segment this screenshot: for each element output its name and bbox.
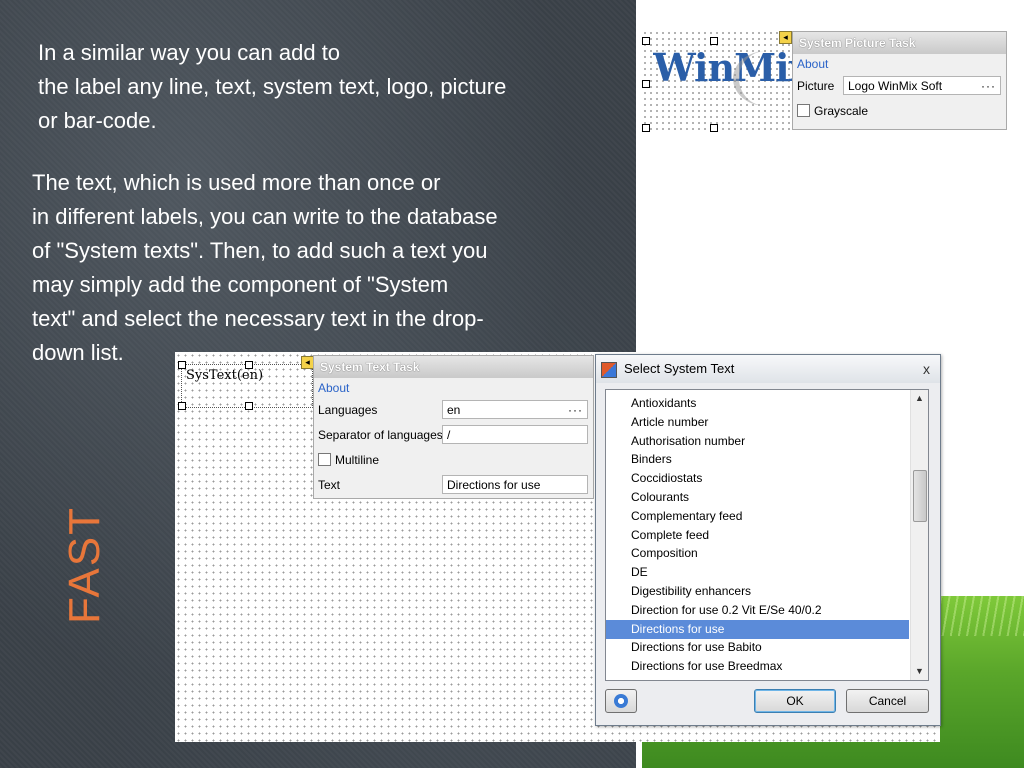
grayscale-label: Grayscale <box>814 104 869 118</box>
list-item[interactable]: Composition <box>606 544 909 563</box>
dialog-titlebar[interactable]: Select System Text x <box>596 355 940 383</box>
list-item[interactable]: Article number <box>606 413 909 432</box>
resize-handle[interactable] <box>642 124 650 132</box>
winmix-logo: WinMix Soft <box>653 45 798 105</box>
side-title-text: FAST <box>60 505 109 625</box>
languages-field[interactable]: en ··· <box>442 400 588 419</box>
languages-label: Languages <box>318 403 378 417</box>
text-value: Directions for use <box>447 478 541 492</box>
refresh-button[interactable] <box>605 689 637 713</box>
grayscale-checkbox[interactable]: Grayscale <box>797 104 868 118</box>
text-line: the label any line, text, system text, l… <box>38 74 507 99</box>
cancel-button[interactable]: Cancel <box>846 689 929 713</box>
resize-handle[interactable] <box>245 361 253 369</box>
separator-value: / <box>447 428 451 442</box>
scrollbar-thumb[interactable] <box>913 470 927 522</box>
system-text-paragraph: The text, which is used more than once o… <box>32 166 617 370</box>
resize-handle[interactable] <box>642 37 650 45</box>
picture-task-panel: System Picture Task About Picture Logo W… <box>792 31 1007 130</box>
text-line: In a similar way you can add to <box>38 40 341 65</box>
list-item[interactable]: Directions for use Babito <box>606 638 909 657</box>
list-item[interactable]: Directions for use Breedmax <box>606 657 909 676</box>
grayscale-row: Grayscale <box>793 99 1006 124</box>
list-item[interactable]: Complementary feed <box>606 507 909 526</box>
separator-field[interactable]: / <box>442 425 588 444</box>
component-label: SysText(en) <box>186 368 264 383</box>
text-line: text" and select the necessary text in t… <box>32 306 484 331</box>
about-link[interactable]: About <box>793 54 1006 74</box>
list-item[interactable]: Digestibility enhancers <box>606 582 909 601</box>
multiline-row: Multiline <box>314 448 593 473</box>
resize-handle[interactable] <box>642 80 650 88</box>
list-item[interactable]: Antioxidants <box>606 394 909 413</box>
close-icon[interactable]: x <box>923 355 930 383</box>
ellipsis-button[interactable]: ··· <box>568 401 583 420</box>
dialog-title: Select System Text <box>624 361 735 376</box>
app-icon <box>601 362 617 378</box>
checkbox-icon[interactable] <box>318 453 331 466</box>
list-item[interactable]: Directions for use <box>606 619 909 639</box>
task-title: System Text Task <box>314 356 593 378</box>
intro-paragraph: In a similar way you can add to the labe… <box>38 36 618 138</box>
list-item[interactable]: Colourants <box>606 488 909 507</box>
logo-swoosh <box>733 51 798 105</box>
text-task-panel: System Text Task About Languages en ··· … <box>313 355 594 499</box>
text-line: in different labels, you can write to th… <box>32 204 498 229</box>
list-item[interactable]: Coccidiostats <box>606 469 909 488</box>
multiline-label: Multiline <box>335 453 380 467</box>
list-item[interactable]: Authorisation number <box>606 432 909 451</box>
languages-value: en <box>447 403 461 417</box>
text-line: of "System texts". Then, to add such a t… <box>32 238 488 263</box>
text-line: The text, which is used more than once o… <box>32 170 441 195</box>
text-field[interactable]: Directions for use <box>442 475 588 494</box>
text-line: or bar-code. <box>38 108 157 133</box>
resize-handle[interactable] <box>178 402 186 410</box>
system-text-list[interactable]: Directions for use Breedmax Directions fo… <box>605 389 929 681</box>
task-title-text: System Picture Task <box>799 36 916 50</box>
task-title-text: System Text Task <box>320 360 420 374</box>
scroll-up-icon[interactable]: ▲ <box>911 390 928 407</box>
task-title: System Picture Task <box>793 32 1006 54</box>
list-item[interactable]: Complete feed <box>606 526 909 545</box>
vertical-scrollbar[interactable]: ▲ ▼ <box>910 390 928 680</box>
checkbox-icon[interactable] <box>797 104 810 117</box>
languages-row: Languages en ··· <box>314 398 593 423</box>
refresh-icon <box>614 694 628 708</box>
picture-row: Picture Logo WinMix Soft ··· <box>793 74 1006 99</box>
side-title: FAST <box>50 505 120 625</box>
text-row: Text Directions for use <box>314 473 593 498</box>
ok-button[interactable]: OK <box>754 689 836 713</box>
picture-value: Logo WinMix Soft <box>848 79 943 93</box>
smart-tag-icon[interactable]: ◂ <box>779 31 792 44</box>
about-link[interactable]: About <box>314 378 593 398</box>
scroll-down-icon[interactable]: ▼ <box>911 663 928 680</box>
picture-label: Picture <box>797 79 835 93</box>
select-system-text-dialog: Select System Text x Directions for use … <box>595 354 941 726</box>
resize-handle[interactable] <box>245 402 253 410</box>
list-item[interactable]: Binders <box>606 450 909 469</box>
text-line: may simply add the component of "System <box>32 272 449 297</box>
resize-handle[interactable] <box>710 124 718 132</box>
text-label: Text <box>318 478 341 492</box>
multiline-checkbox[interactable]: Multiline <box>318 453 379 467</box>
separator-label: Separator of languages <box>318 428 443 442</box>
list-item[interactable]: Direction for use 0.2 Vit E/Se 40/0.2 <box>606 601 909 620</box>
list-item[interactable]: DE <box>606 563 909 582</box>
picture-field[interactable]: Logo WinMix Soft ··· <box>843 76 1001 95</box>
resize-handle[interactable] <box>178 361 186 369</box>
resize-handle[interactable] <box>710 37 718 45</box>
ellipsis-button[interactable]: ··· <box>981 77 996 96</box>
separator-row: Separator of languages / <box>314 423 593 448</box>
